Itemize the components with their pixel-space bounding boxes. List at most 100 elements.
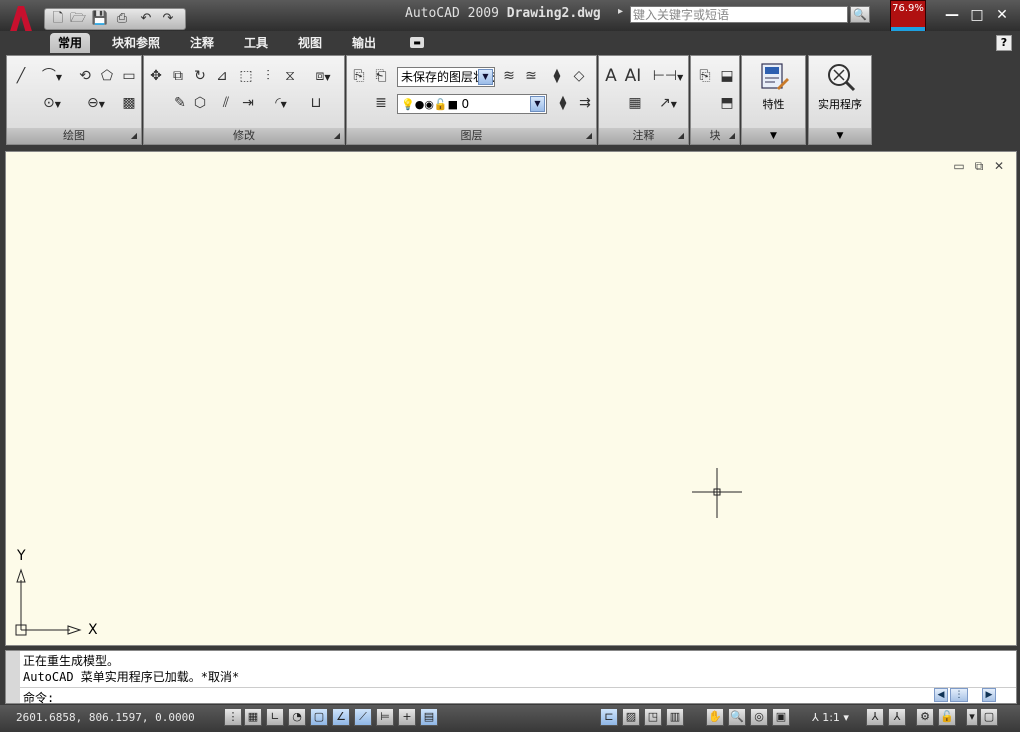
maximize-button[interactable]: □ <box>967 6 987 24</box>
toolbar-lock-icon[interactable]: 🔓 <box>938 708 956 726</box>
polar-tracking-icon[interactable]: ◔ <box>288 708 306 726</box>
object-snap-icon[interactable]: ▢ <box>310 708 328 726</box>
stretch-icon[interactable]: ⬚ <box>236 66 256 86</box>
panel-block-title[interactable]: 块 ◢ <box>691 128 739 144</box>
explode-icon[interactable]: ⬡ <box>190 93 210 113</box>
layer-properties-icon[interactable]: ⎘ <box>349 66 369 86</box>
open-icon[interactable]: 🗁 <box>69 10 87 28</box>
panel-modify-title[interactable]: 修改 ◢ <box>144 128 344 144</box>
lineweight-icon[interactable]: + <box>398 708 416 726</box>
auto-scale-icon[interactable]: ⅄ <box>888 708 906 726</box>
layer-match-icon[interactable]: ≋ <box>499 66 519 86</box>
redo-icon[interactable]: ↷ <box>159 10 177 28</box>
multiline-text-icon[interactable]: A <box>601 66 621 86</box>
search-icon[interactable]: 🔍 <box>850 6 870 23</box>
table-icon[interactable]: ▦ <box>625 93 645 113</box>
steering-wheel-icon[interactable]: ◎ <box>750 708 768 726</box>
mirror-icon[interactable]: ⧖ <box>280 66 300 86</box>
layer-unisolate-icon[interactable]: ◇ <box>569 66 589 86</box>
minimize-button[interactable]: — <box>942 6 962 24</box>
scale-icon[interactable]: ⊿ <box>212 66 232 86</box>
circle-icon[interactable]: ⊙▼ <box>35 93 69 113</box>
join-icon[interactable]: ⊔ <box>306 93 326 113</box>
annotation-scale[interactable]: ⅄ 1:1 ▾ <box>812 711 849 724</box>
ribbon-minimize-toggle-icon[interactable]: ▬ <box>410 37 424 48</box>
annotation-visibility-icon[interactable]: ⅄ <box>866 708 884 726</box>
extend-icon[interactable]: ⇥ <box>238 93 258 113</box>
command-input[interactable]: 命令: <box>20 687 1016 705</box>
tab-annotate[interactable]: 注释 <box>182 33 222 53</box>
dynamic-ucs-icon[interactable]: ⟋ <box>354 708 372 726</box>
hatch-icon[interactable]: ▩ <box>119 93 139 113</box>
tab-tools[interactable]: 工具 <box>236 33 276 53</box>
leader-icon[interactable]: ↗▼ <box>651 93 685 113</box>
dynamic-input-icon[interactable]: ⊨ <box>376 708 394 726</box>
scroll-right-icon[interactable]: ▶ <box>982 688 996 702</box>
rectangle-icon[interactable]: ▭ <box>119 66 139 86</box>
layout2-icon[interactable]: ◳ <box>644 708 662 726</box>
copy-icon[interactable]: ⧉ <box>168 66 188 86</box>
scroll-left-icon[interactable]: ◀ <box>934 688 948 702</box>
line-icon[interactable]: ╱ <box>11 66 31 86</box>
undo-icon[interactable]: ↶ <box>137 10 155 28</box>
dimension-icon[interactable]: ⊢⊣▼ <box>651 66 685 86</box>
tab-output[interactable]: 输出 <box>344 33 384 53</box>
layer-walk-icon[interactable]: ≣ <box>371 93 391 113</box>
ellipse-icon[interactable]: ⊖▼ <box>79 93 113 113</box>
polyline-icon[interactable]: ⌒▼ <box>35 66 69 86</box>
layer-previous-icon[interactable]: ≊ <box>521 66 541 86</box>
tab-home[interactable]: 常用 <box>50 33 91 53</box>
showmotion-icon[interactable]: ▣ <box>772 708 790 726</box>
panel-draw-title[interactable]: 绘图 ◢ <box>7 128 141 144</box>
panel-layers-title[interactable]: 图层 ◢ <box>347 128 596 144</box>
tab-blocks-references[interactable]: 块和参照 <box>104 33 168 53</box>
make-current-icon[interactable]: ⧫ <box>553 93 573 113</box>
search-input[interactable]: 键入关键字或短语 <box>630 6 848 23</box>
new-icon[interactable]: 🗋 <box>49 10 67 28</box>
layer-state-select[interactable]: 未保存的图层状态 ▼ <box>397 67 495 87</box>
trim-icon[interactable]: ⫽ <box>216 93 236 113</box>
clean-screen-icon[interactable]: ▢ <box>980 708 998 726</box>
array-icon[interactable]: ⧈▼ <box>306 66 340 86</box>
pan-icon[interactable]: ✋ <box>706 708 724 726</box>
save-icon[interactable]: 💾 <box>91 10 109 28</box>
utilities-button[interactable]: 实用程序 ▼ <box>808 55 872 145</box>
offset-icon[interactable]: ⫶ <box>258 66 278 86</box>
workspace-switch-icon[interactable]: ⚙ <box>916 708 934 726</box>
quick-view-icon[interactable]: ▥ <box>666 708 684 726</box>
properties-expand-icon[interactable]: ▼ <box>742 128 805 144</box>
command-window-grip[interactable] <box>6 651 20 703</box>
scroll-thumb[interactable]: ⋮ <box>950 688 968 702</box>
layer-freeze-icon[interactable]: ⇉ <box>575 93 595 113</box>
edit-attribute-icon[interactable]: ⬒ <box>717 93 737 113</box>
single-line-text-icon[interactable]: A͏I <box>623 66 643 86</box>
insert-block-icon[interactable]: ⎘ <box>695 66 715 86</box>
zoom-icon[interactable]: 🔍 <box>728 708 746 726</box>
move-icon[interactable]: ✥ <box>146 66 166 86</box>
create-block-icon[interactable]: ⬓ <box>717 66 737 86</box>
model-space-icon[interactable]: ⊏ <box>600 708 618 726</box>
object-snap-tracking-icon[interactable]: ∠ <box>332 708 350 726</box>
polygon-icon[interactable]: ⬠ <box>97 66 117 86</box>
status-menu-icon[interactable]: ▾ <box>966 708 978 726</box>
close-button[interactable]: ✕ <box>992 6 1012 24</box>
drawing-canvas[interactable]: ▭ ⧉ ✕ Y X <box>5 151 1017 646</box>
panel-annotation-title[interactable]: 注释 ◢ <box>599 128 688 144</box>
tab-view[interactable]: 视图 <box>290 33 330 53</box>
print-icon[interactable]: ⎙ <box>113 10 131 28</box>
ortho-icon[interactable]: ∟ <box>266 708 284 726</box>
help-button[interactable]: ? <box>996 35 1012 51</box>
layout1-icon[interactable]: ▨ <box>622 708 640 726</box>
infer-constraints-icon[interactable]: ⋮ <box>224 708 242 726</box>
layer-isolate-icon[interactable]: ⧫ <box>547 66 567 86</box>
properties-button[interactable]: 特性 ▼ <box>741 55 806 145</box>
grid-icon[interactable]: ▦ <box>244 708 262 726</box>
current-layer-select[interactable]: 💡●◉🔓■ 0 ▼ <box>397 94 547 114</box>
erase-icon[interactable]: ✎ <box>170 93 190 113</box>
layer-state-icon[interactable]: ⎗ <box>371 66 391 86</box>
utilities-expand-icon[interactable]: ▼ <box>809 128 871 144</box>
coordinate-display[interactable]: 2601.6858, 806.1597, 0.0000 <box>16 711 195 724</box>
quick-properties-icon[interactable]: ▤ <box>420 708 438 726</box>
arc-icon[interactable]: ⟲ <box>75 66 95 86</box>
fillet-icon[interactable]: ◜▼ <box>264 93 298 113</box>
